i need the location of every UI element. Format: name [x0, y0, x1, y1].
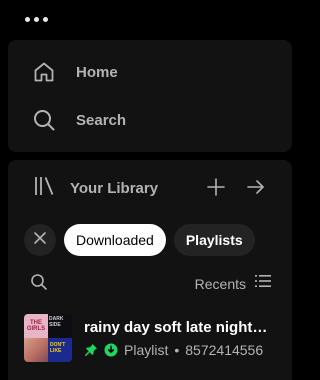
sort-button[interactable]: Recents — [195, 272, 272, 295]
clear-filter-button[interactable] — [24, 224, 56, 256]
search-icon[interactable] — [30, 273, 48, 296]
nav-item-search[interactable]: Search — [32, 104, 126, 136]
library-actions — [206, 177, 266, 197]
separator-dot: • — [174, 341, 180, 358]
more-dots-icon[interactable] — [25, 17, 48, 22]
nav-item-label: Search — [76, 111, 127, 129]
list-item-meta: rainy day soft late night… Playlist • 85… — [84, 319, 284, 358]
plus-icon[interactable] — [206, 177, 226, 197]
library-icon — [32, 174, 56, 203]
library-header-button[interactable]: Your Library — [32, 176, 158, 200]
playlist-owner: 8572414556 — [185, 341, 264, 358]
library-filter-row: Recents — [30, 272, 272, 296]
library-panel: Your Library Downloaded Playlists Recent… — [8, 160, 292, 380]
home-icon — [32, 60, 56, 84]
list-item[interactable]: THE GIRLS DARK SIDE DON'T LIKE rainy day so… — [24, 310, 284, 366]
search-icon — [32, 108, 56, 132]
playlist-subtitle: Playlist • 8572414556 — [84, 342, 284, 358]
arrow-right-icon[interactable] — [246, 177, 266, 197]
nav-item-label: Home — [76, 63, 118, 81]
nav-item-home[interactable]: Home — [32, 56, 118, 88]
close-icon — [33, 231, 47, 250]
app-window: Home Search Your Library Downloaded Play… — [0, 0, 292, 380]
playlist-cover-image: THE GIRLS DARK SIDE DON'T LIKE — [24, 314, 72, 362]
nav-panel: Home Search — [8, 40, 292, 152]
chip-playlists[interactable]: Playlists — [173, 224, 255, 256]
sort-label: Recents — [194, 275, 246, 292]
chip-downloaded[interactable]: Downloaded — [64, 224, 166, 256]
list-icon — [254, 272, 272, 295]
download-icon — [104, 343, 118, 357]
filter-chips: Downloaded Playlists — [24, 224, 255, 256]
library-title: Your Library — [70, 179, 159, 197]
playlist-type: Playlist — [124, 341, 169, 358]
playlist-title: rainy day soft late night… — [84, 318, 268, 336]
pin-icon — [84, 343, 98, 357]
